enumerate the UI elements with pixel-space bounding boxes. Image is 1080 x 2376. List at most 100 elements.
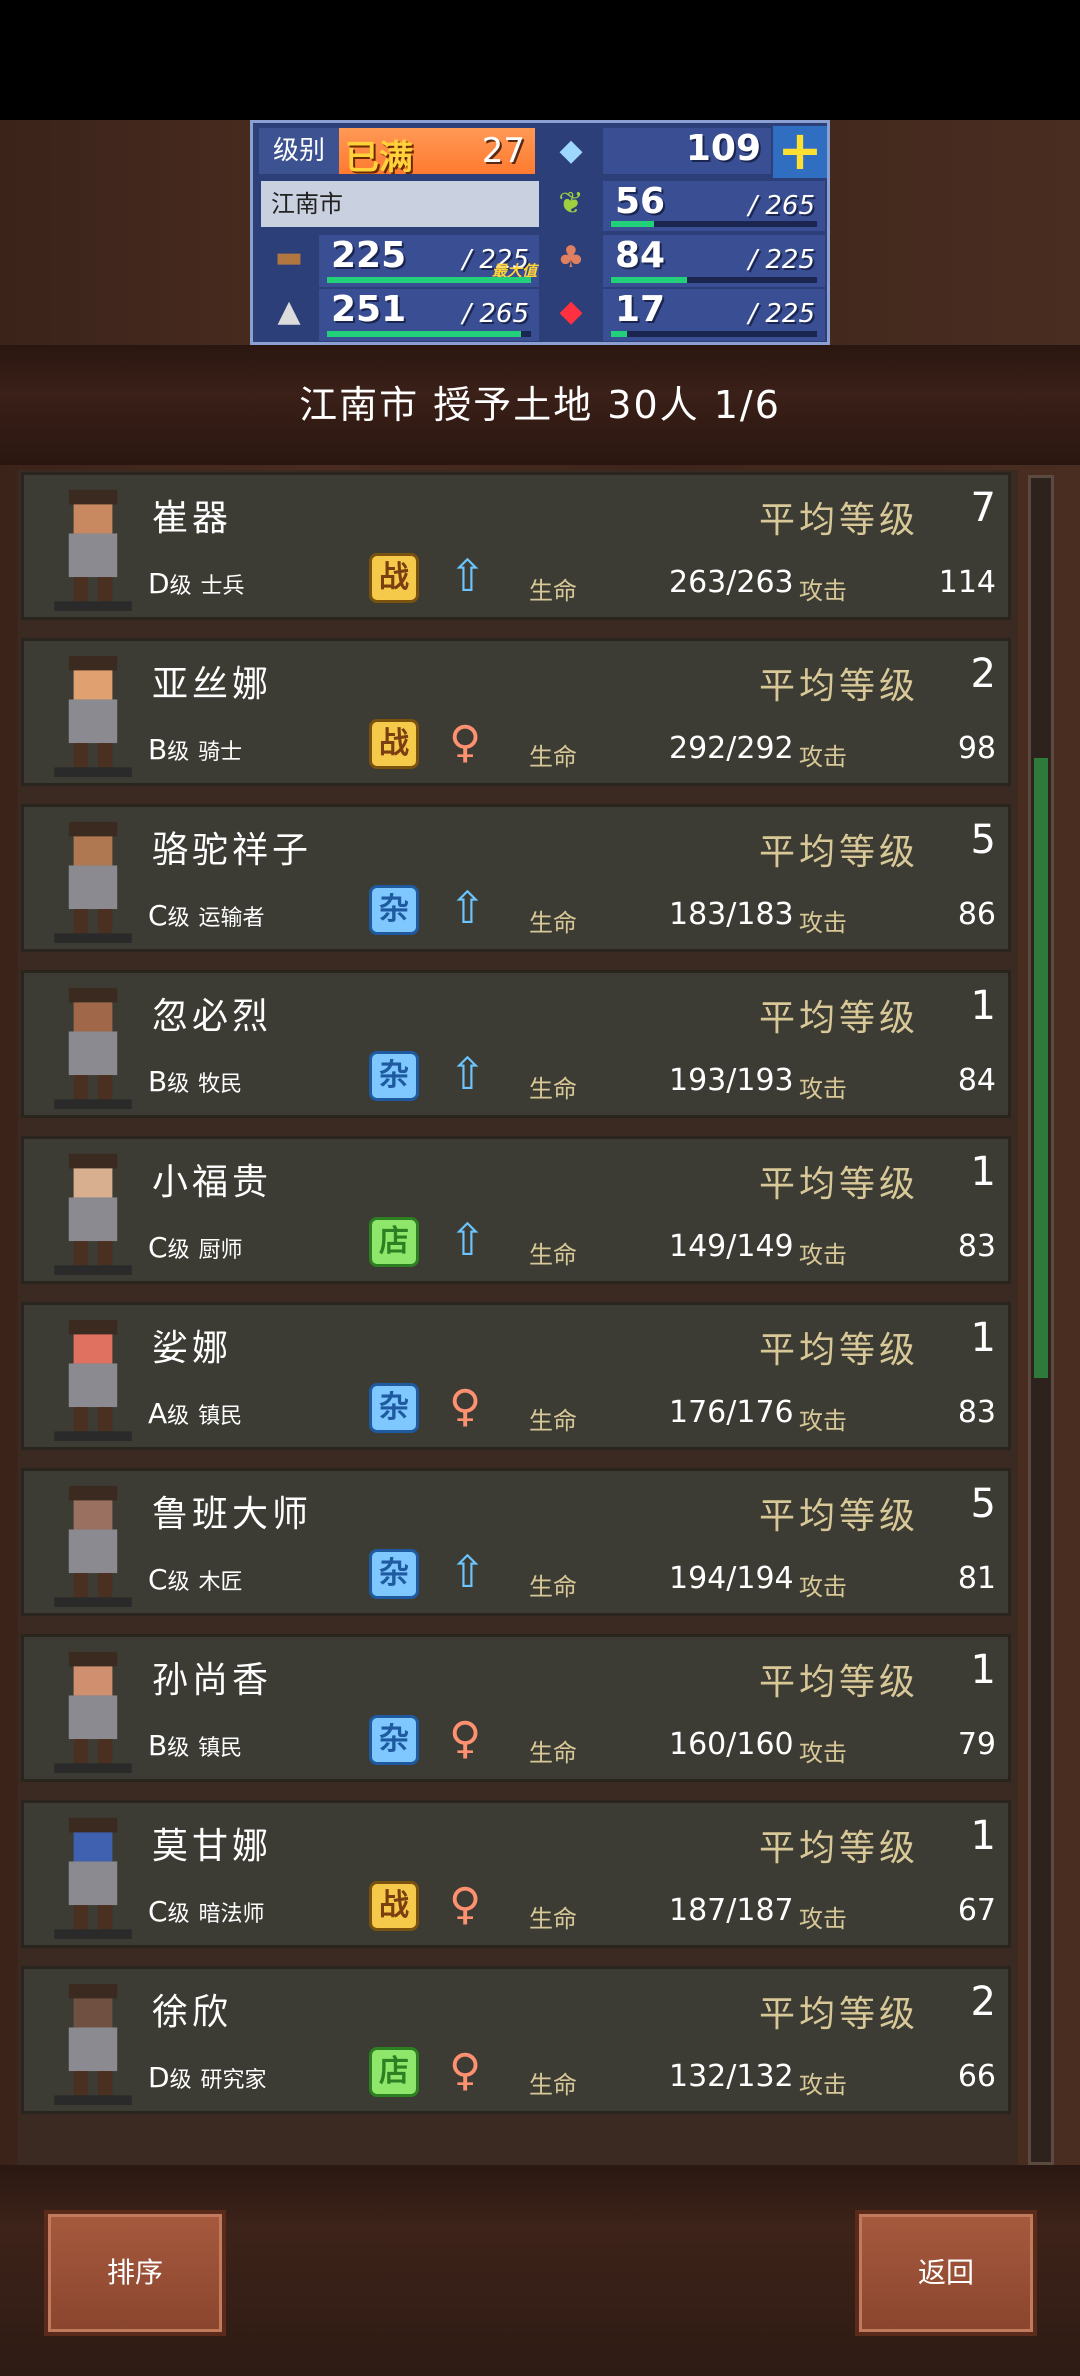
resident-name: 莫甘娜 [152,1826,273,1867]
wood-icon: ▬ [274,240,304,275]
hp-value: 193/193 [669,1063,794,1098]
resident-row[interactable]: 崔器 平均等级 7 D级 士兵 战 ⇧ 生命 263/263 攻击 114 [21,472,1011,620]
grass-bar-fill [611,221,655,227]
diamond-icon: ◆ [559,133,583,168]
ore-max: / 265 [462,299,529,329]
role-badge-icon: 店 [369,1217,419,1267]
job-name: 运输者 [198,906,265,931]
ruby-bar-fill [611,331,628,337]
grade-letter: C [148,1895,168,1928]
grade-suffix: 级 [169,574,192,599]
grade-suffix: 级 [167,1238,190,1263]
job-name: 研究家 [200,2068,267,2093]
resident-row[interactable]: 忽必烈 平均等级 1 B级 牧民 杂 ⇧ 生命 193/193 攻击 84 [21,970,1011,1118]
resource-panel: 级别 已满 27 ◆ 109 + 江南市 ❦ 56 / 265 ▬ 225 / … [250,120,830,345]
hp-label: 生命 [529,577,577,605]
resident-name: 忽必烈 [152,996,273,1037]
avg-level-value: 2 [970,1979,996,2025]
resident-name: 亚丝娜 [152,664,273,705]
system-status-bar [0,0,1080,120]
resident-row[interactable]: 骆驼祥子 平均等级 5 C级 运输者 杂 ⇧ 生命 183/183 攻击 86 [21,804,1011,952]
resident-class: C级 暗法师 [148,1895,265,1928]
sort-button[interactable]: 排序 [44,2210,226,2336]
grade-suffix: 级 [167,1902,190,1927]
separator: / [462,299,472,329]
resident-row[interactable]: 亚丝娜 平均等级 2 B级 骑士 战 ♀ 生命 292/292 攻击 98 [21,638,1011,786]
grade-suffix: 级 [167,1072,190,1097]
back-button[interactable]: 返回 [855,2210,1037,2336]
hp-label: 生命 [529,2071,577,2099]
grade-suffix: 级 [167,1736,190,1761]
hp-value: 194/194 [669,1561,794,1596]
avg-level-label: 平均等级 [759,1994,920,2035]
role-badge-icon: 杂 [369,885,419,935]
role-badge-icon: 店 [369,2047,419,2097]
resident-class: C级 厨师 [148,1231,243,1264]
resident-row[interactable]: 小福贵 平均等级 1 C级 厨师 店 ⇧ 生命 149/149 攻击 83 [21,1136,1011,1284]
role-badge-icon: 杂 [369,1549,419,1599]
hp-label: 生命 [529,1407,577,1435]
list-scrollbar[interactable] [1028,475,1054,2165]
ruby-resource: 17 / 225 [603,289,825,341]
avg-level-value: 5 [970,1481,996,1527]
avg-level-label: 平均等级 [759,1164,920,1205]
avg-level-value: 1 [970,1647,996,1693]
job-name: 牧民 [198,1072,243,1097]
grade-letter: B [148,1065,168,1098]
level-value: 27 [481,131,525,171]
job-name: 木匠 [198,1570,243,1595]
male-icon: ⇧ [449,1547,486,1598]
grade-letter: B [148,1729,168,1762]
attack-label: 攻击 [799,1739,847,1767]
resident-list[interactable]: 崔器 平均等级 7 D级 士兵战 ⇧ 生命 263/263 攻击 114 亚丝娜 平均等级 2 B级 骑… [18,470,1018,2165]
hp-label: 生命 [529,1739,577,1767]
resident-row[interactable]: 鲁班大师 平均等级 5 C级 木匠 杂 ⇧ 生命 194/194 攻击 81 [21,1468,1011,1616]
resident-class: D级 士兵 [148,567,245,600]
avg-level-value: 1 [970,1813,996,1859]
separator: / [748,191,758,221]
wood-value: 225 [331,235,407,276]
attack-label: 攻击 [799,577,847,605]
ore-bar [327,331,531,337]
attack-label: 攻击 [799,2071,847,2099]
attack-label: 攻击 [799,1075,847,1103]
attack-label: 攻击 [799,1573,847,1601]
hp-label: 生命 [529,743,577,771]
hp-value: 183/183 [669,897,794,932]
character-portrait [54,987,132,1109]
avg-level-label: 平均等级 [759,1662,920,1703]
grade-suffix: 级 [167,906,190,931]
wood-bar [327,277,531,283]
male-icon: ⇧ [449,1049,486,1100]
hp-value: 176/176 [669,1395,794,1430]
character-portrait [54,1651,132,1773]
separator: / [748,299,758,329]
female-icon: ♀ [449,1381,482,1432]
ore-icon: ▲ [277,294,301,329]
attack-value: 67 [957,1893,996,1928]
job-name: 镇民 [198,1736,243,1761]
resident-row[interactable]: 孙尚香 平均等级 1 B级 镇民 杂 ♀ 生命 160/160 攻击 79 [21,1634,1011,1782]
ruby-icon: ◆ [559,294,583,329]
level-box: 已满 27 [339,128,535,178]
resident-row[interactable]: 娑娜 平均等级 1 A级 镇民 杂 ♀ 生命 176/176 攻击 83 [21,1302,1011,1450]
scrollbar-thumb[interactable] [1034,758,1048,1378]
add-gems-button[interactable]: + [773,124,827,178]
resident-row[interactable]: 徐欣 平均等级 2 D级 研究家 店 ♀ 生命 132/132 攻击 66 [21,1966,1011,2114]
wood-resource: 225 / 225 最大值 [319,235,539,287]
resident-row[interactable]: 莫甘娜 平均等级 1 C级 暗法师 战 ♀ 生命 187/187 攻击 67 [21,1800,1011,1948]
resident-name: 小福贵 [152,1162,273,1203]
grade-letter: C [148,1563,168,1596]
ore-resource: 251 / 265 [319,289,539,341]
role-badge-icon: 战 [369,553,419,603]
separator: / [748,245,758,275]
hp-label: 生命 [529,1573,577,1601]
avg-level-label: 平均等级 [759,1330,920,1371]
grass-value: 56 [615,181,666,222]
female-icon: ♀ [449,717,482,768]
grass-icon: ❦ [558,186,584,221]
food-icon: ♣ [557,240,585,275]
resident-class: A级 镇民 [148,1397,242,1430]
avg-level-label: 平均等级 [759,832,920,873]
role-badge-icon: 战 [369,1881,419,1931]
